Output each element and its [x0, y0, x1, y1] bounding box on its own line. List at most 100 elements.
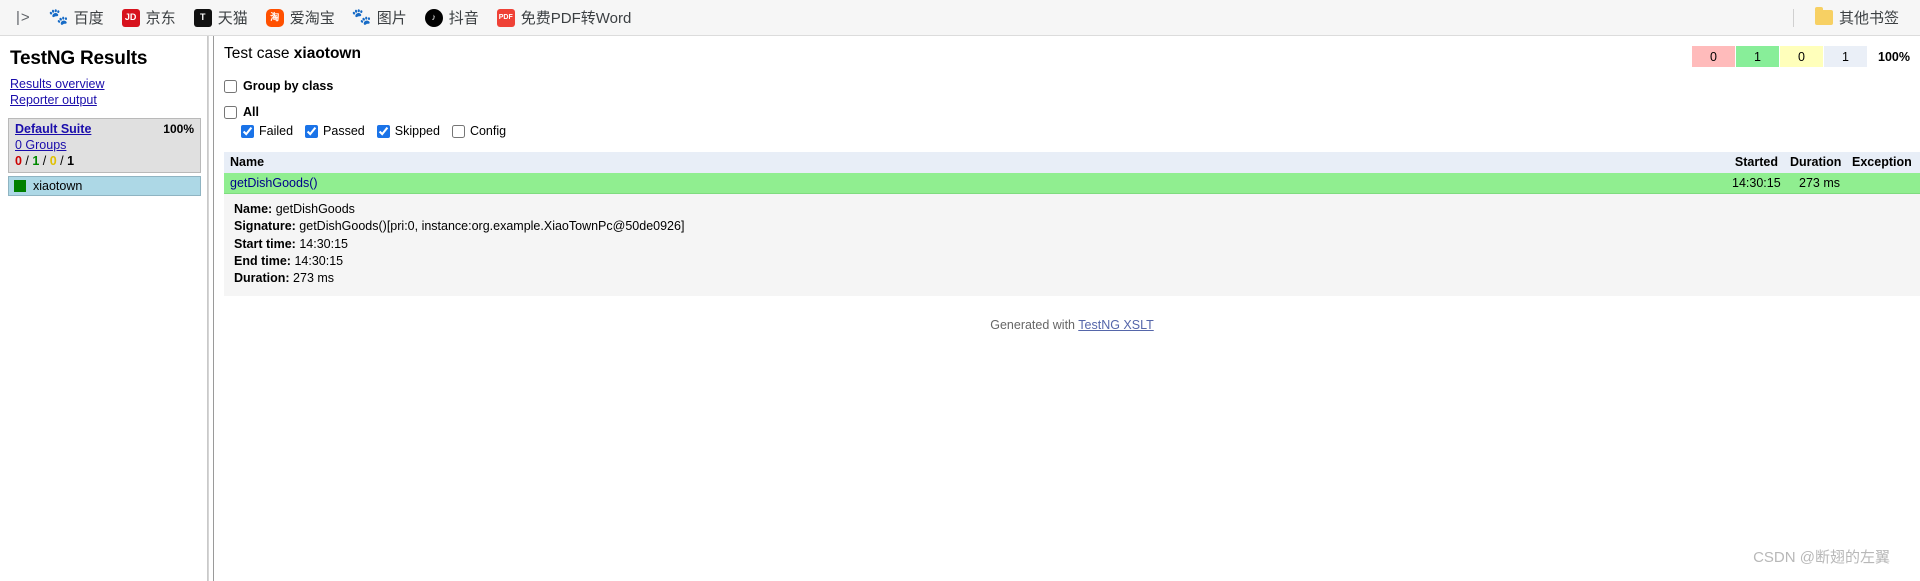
- taobao-icon: 淘: [265, 8, 284, 27]
- testng-xslt-link[interactable]: TestNG XSLT: [1078, 318, 1153, 332]
- footer: Generated with TestNG XSLT: [224, 318, 1920, 332]
- title-prefix: Test case: [224, 45, 294, 62]
- main-header: Test case xiaotown 0 1 0 1 100%: [224, 45, 1920, 67]
- suite-percent: 100%: [163, 122, 194, 136]
- detail-name-value: getDishGoods: [275, 202, 355, 216]
- detail-line-name: Name: getDishGoods: [234, 201, 1910, 218]
- sidebar: TestNG Results Results overview Reporter…: [0, 36, 208, 581]
- results-summary-badges: 0 1 0 1 100%: [1692, 46, 1920, 67]
- passed-label: Passed: [323, 124, 365, 138]
- group-by-class-label: Group by class: [243, 79, 334, 93]
- sidebar-item-xiaotown[interactable]: xiaotown: [8, 176, 201, 196]
- suite-counts: 0 / 1 / 0 / 1: [15, 154, 194, 168]
- detail-duration-value: 273 ms: [293, 271, 335, 285]
- suite-groups-link[interactable]: 0 Groups: [15, 138, 194, 152]
- skipped-label: Skipped: [394, 124, 440, 138]
- failed-checkbox[interactable]: [241, 124, 254, 138]
- bookmark-label: 抖音: [448, 10, 479, 27]
- summary-passed-count: 1: [1736, 46, 1780, 67]
- failed-label: Failed: [259, 124, 294, 138]
- config-checkbox[interactable]: [451, 124, 465, 138]
- group-by-class-option[interactable]: Group by class: [224, 79, 1920, 93]
- tmall-icon: T: [193, 8, 212, 27]
- detail-line-start: Start time: 14:30:15: [234, 236, 1910, 253]
- filter-passed[interactable]: Passed: [305, 124, 365, 138]
- page-body: TestNG Results Results overview Reporter…: [0, 36, 1920, 581]
- detail-line-duration: Duration: 273 ms: [234, 270, 1910, 287]
- all-checkbox[interactable]: [224, 105, 237, 119]
- summary-percent: 100%: [1868, 46, 1920, 67]
- suite-header: Default Suite 100%: [15, 122, 194, 136]
- column-header-exception: Exception: [1846, 152, 1920, 173]
- bookmark-item-tmall[interactable]: T 天猫: [185, 4, 257, 31]
- bookmark-item-images[interactable]: 🐾 图片: [344, 4, 416, 31]
- pdf-icon: PDF: [496, 8, 515, 27]
- detail-duration-label: Duration:: [234, 271, 290, 285]
- detail-signature-value: getDishGoods()[pri:0, instance:org.examp…: [299, 219, 685, 234]
- toolbar-divider: [1792, 8, 1794, 27]
- other-bookmarks-area: 其他书签: [1792, 4, 1908, 31]
- count-separator: /: [21, 154, 33, 168]
- filter-failed[interactable]: Failed: [241, 124, 293, 138]
- sidebar-link-results-overview[interactable]: Results overview: [10, 77, 201, 91]
- bookmark-item-douyin[interactable]: ♪ 抖音: [416, 4, 488, 31]
- detail-name-label: Name:: [234, 202, 273, 216]
- row-method-name[interactable]: getDishGoods(): [224, 172, 1726, 194]
- detail-end-value: 14:30:15: [294, 253, 344, 268]
- sidebar-link-reporter-output[interactable]: Reporter output: [10, 93, 201, 107]
- all-filter-option[interactable]: All: [224, 105, 1920, 119]
- apps-shortcut-icon[interactable]: |>: [10, 9, 41, 26]
- baidu-icon: 🐾: [351, 8, 372, 26]
- detail-start-label: Start time:: [234, 236, 296, 251]
- other-bookmarks-label: 其他书签: [1838, 10, 1899, 27]
- bookmark-label: 京东: [145, 10, 176, 27]
- title-name: xiaotown: [293, 45, 361, 62]
- bookmark-item-jd[interactable]: JD 京东: [113, 4, 185, 31]
- table-row[interactable]: getDishGoods() 14:30:15 273 ms: [224, 172, 1920, 194]
- status-filter-group: Failed Passed Skipped Config: [241, 124, 1920, 138]
- sidebar-item-label: xiaotown: [33, 179, 83, 193]
- douyin-icon: ♪: [424, 8, 443, 27]
- detail-end-label: End time:: [234, 253, 291, 268]
- bookmark-item-baidu[interactable]: 🐾 百度: [41, 4, 113, 31]
- detail-signature-label: Signature:: [234, 219, 296, 234]
- bookmark-item-taobao[interactable]: 淘 爱淘宝: [257, 4, 344, 31]
- summary-total-count: 1: [1824, 46, 1868, 67]
- summary-skipped-count: 0: [1780, 46, 1824, 67]
- bookmark-label: 爱淘宝: [289, 10, 335, 27]
- baidu-icon: 🐾: [48, 8, 69, 26]
- passed-checkbox[interactable]: [305, 124, 319, 138]
- table-header-row: Name Started Duration Exception: [224, 152, 1920, 173]
- column-header-started: Started: [1726, 152, 1784, 173]
- suite-count-failed: 0: [15, 154, 22, 168]
- suite-summary-box: Default Suite 100% 0 Groups 0 / 1 / 0 / …: [8, 118, 201, 173]
- main-content: Test case xiaotown 0 1 0 1 100% Group by…: [214, 36, 1920, 581]
- bookmark-label: 免费PDF转Word: [520, 10, 632, 27]
- test-case-title: Test case xiaotown: [224, 45, 361, 63]
- count-separator: /: [56, 154, 68, 168]
- summary-failed-count: 0: [1692, 46, 1736, 67]
- skipped-checkbox[interactable]: [376, 124, 390, 138]
- suite-count-skipped: 0: [49, 154, 57, 168]
- suite-link-default-suite[interactable]: Default Suite: [15, 122, 91, 136]
- column-header-name: Name: [224, 152, 1726, 173]
- bookmark-label: 天猫: [217, 10, 248, 27]
- test-detail-panel: Name: getDishGoods Signature: getDishGoo…: [224, 193, 1920, 297]
- filter-config[interactable]: Config: [451, 124, 506, 138]
- other-bookmarks-button[interactable]: 其他书签: [1806, 4, 1908, 31]
- row-duration: 273 ms: [1784, 172, 1846, 194]
- table-detail-row: Name: getDishGoods Signature: getDishGoo…: [224, 193, 1920, 297]
- count-separator: /: [39, 154, 50, 168]
- jd-icon: JD: [121, 8, 140, 27]
- test-results-table: Name Started Duration Exception getDishG…: [224, 152, 1920, 297]
- watermark: CSDN @断翅的左翼: [1753, 549, 1890, 566]
- row-started: 14:30:15: [1726, 172, 1784, 194]
- row-exception: [1846, 172, 1920, 194]
- footer-text: Generated with: [990, 318, 1079, 333]
- bookmark-item-pdf-to-word[interactable]: PDF 免费PDF转Word: [488, 4, 641, 31]
- group-by-class-checkbox[interactable]: [224, 79, 237, 93]
- page-title: TestNG Results: [10, 48, 148, 69]
- browser-bookmark-bar: |> 🐾 百度 JD 京东 T 天猫 淘 爱淘宝 🐾 图片 ♪ 抖音 PDF 免…: [0, 0, 1920, 36]
- filter-skipped[interactable]: Skipped: [376, 124, 440, 138]
- bookmark-label: 图片: [376, 10, 407, 27]
